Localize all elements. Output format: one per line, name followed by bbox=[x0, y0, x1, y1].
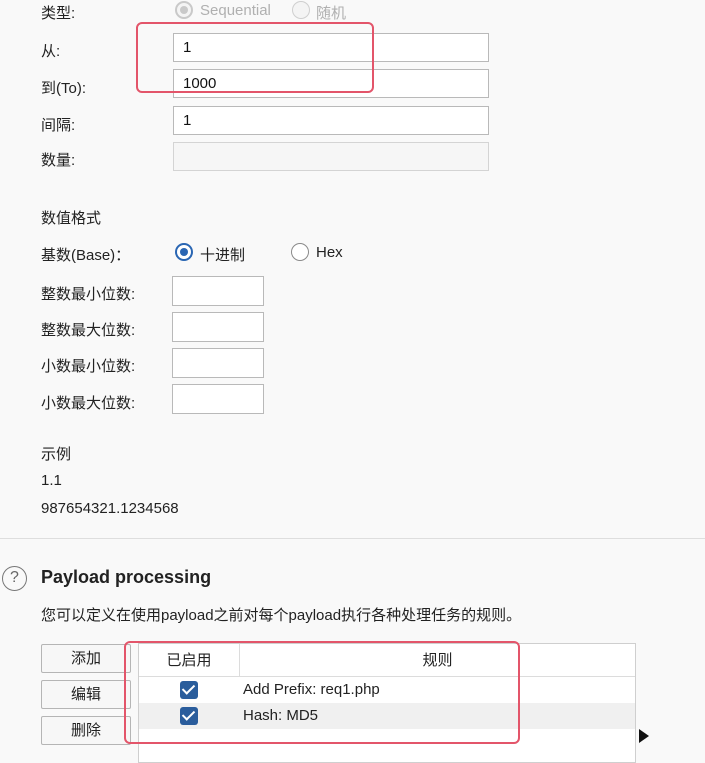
payload-processing-description: 您可以定义在使用payload之前对每个payload执行各种处理任务的规则。 bbox=[41, 607, 522, 624]
edit-rule-button[interactable]: 编辑 bbox=[41, 680, 131, 709]
min-int-digits-label: 整数最小位数: bbox=[41, 286, 136, 303]
rules-table: 已启用 规则 Add Prefix: req1.php Hash: MD5 bbox=[138, 643, 636, 763]
type-label: 类型: bbox=[41, 5, 76, 22]
sequential-radio-label: Sequential bbox=[200, 2, 271, 19]
row-enabled-checkbox[interactable] bbox=[180, 707, 198, 725]
column-header-enabled[interactable]: 已启用 bbox=[139, 644, 239, 677]
min-int-digits-input[interactable] bbox=[172, 276, 264, 306]
step-label: 间隔: bbox=[41, 117, 76, 134]
random-radio[interactable] bbox=[292, 1, 310, 19]
column-header-rule[interactable]: 规则 bbox=[240, 644, 635, 677]
table-row[interactable]: Hash: MD5 bbox=[139, 703, 635, 729]
max-frac-digits-label: 小数最大位数: bbox=[41, 395, 136, 412]
max-int-digits-input[interactable] bbox=[172, 312, 264, 342]
base-label: 基数(Base)： bbox=[41, 247, 131, 264]
min-frac-digits-label: 小数最小位数: bbox=[41, 358, 136, 375]
example-line-2: 987654321.1234568 bbox=[41, 500, 179, 517]
row-rule-text: Hash: MD5 bbox=[243, 707, 319, 724]
to-input[interactable]: 1000 bbox=[173, 69, 489, 98]
example-line-1: 1.1 bbox=[41, 472, 62, 489]
max-int-digits-label: 整数最大位数: bbox=[41, 322, 136, 339]
from-label: 从: bbox=[41, 43, 61, 60]
hex-radio-label: Hex bbox=[316, 244, 343, 261]
example-heading: 示例 bbox=[41, 446, 72, 463]
add-rule-button[interactable]: 添加 bbox=[41, 644, 131, 673]
random-radio-label: 随机 bbox=[316, 5, 347, 22]
decimal-radio[interactable] bbox=[175, 243, 193, 261]
to-label: 到(To): bbox=[41, 80, 87, 97]
count-label: 数量: bbox=[41, 152, 76, 169]
row-rule-text: Add Prefix: req1.php bbox=[243, 681, 380, 698]
from-input[interactable]: 1 bbox=[173, 33, 489, 62]
cursor-arrow-icon bbox=[639, 729, 649, 743]
help-icon[interactable]: ? bbox=[2, 566, 27, 591]
table-row[interactable]: Add Prefix: req1.php bbox=[139, 677, 635, 703]
payload-processing-title: Payload processing bbox=[41, 567, 212, 587]
min-frac-digits-input[interactable] bbox=[172, 348, 264, 378]
table-header: 已启用 规则 bbox=[139, 644, 635, 677]
max-frac-digits-input[interactable] bbox=[172, 384, 264, 414]
hex-radio[interactable] bbox=[291, 243, 309, 261]
step-input[interactable]: 1 bbox=[173, 106, 489, 135]
decimal-radio-label: 十进制 bbox=[200, 247, 246, 264]
remove-rule-button[interactable]: 删除 bbox=[41, 716, 131, 745]
section-divider bbox=[0, 538, 705, 539]
sequential-radio[interactable] bbox=[175, 1, 193, 19]
number-format-heading: 数值格式 bbox=[41, 210, 102, 227]
count-input[interactable] bbox=[173, 142, 489, 171]
row-enabled-checkbox[interactable] bbox=[180, 681, 198, 699]
